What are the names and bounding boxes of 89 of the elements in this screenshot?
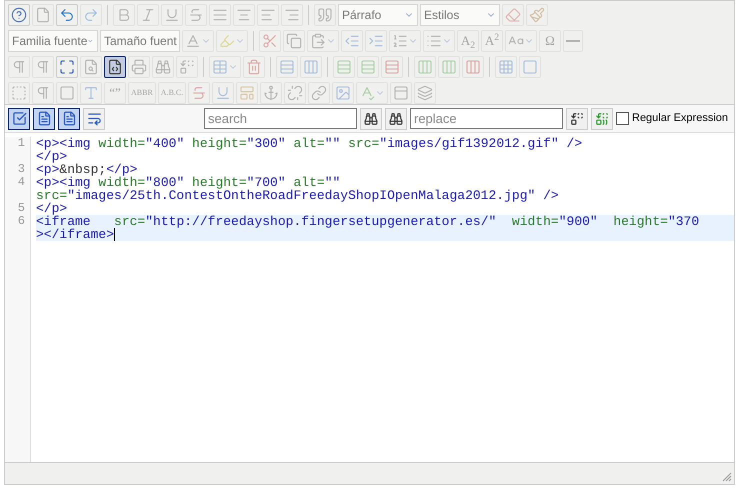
document-icon: [35, 7, 51, 23]
toolbar-button[interactable]: [104, 56, 126, 78]
anchor-icon: [263, 85, 280, 101]
code-line: </p>: [36, 150, 68, 163]
code-line: src="images/25th.ContestOntheRoadFreedayShopIOpenMalaga2012.jpg" />: [36, 189, 559, 202]
underline-icon: [215, 85, 232, 101]
columns-icon: [417, 59, 433, 75]
line-number: 1: [18, 137, 25, 150]
code-line: <p><img width="400" height="300" alt="" src="images/gif1392012.gif" />: [36, 137, 582, 150]
highlighter-icon: [219, 33, 235, 49]
source-code-icon: [107, 59, 123, 75]
pilcrow-icon: [35, 59, 51, 75]
rows-icon: [279, 59, 295, 75]
copy-icon: [286, 33, 302, 49]
binoculars-icon: [155, 59, 171, 75]
line-number: 6: [18, 215, 25, 230]
strikethrough-icon: [188, 7, 204, 23]
check-icon: [12, 111, 26, 126]
replace-icon: [179, 59, 195, 75]
pilcrow-icon: [11, 59, 27, 75]
template-icon: [239, 85, 256, 101]
dashed-square-icon: [11, 85, 27, 101]
strikethrough-icon: [191, 85, 208, 101]
layer-icon: [393, 85, 410, 101]
replace-icon: [570, 112, 584, 126]
italic-icon: [140, 7, 156, 23]
replace-button[interactable]: [566, 108, 588, 130]
square-icon: [522, 59, 538, 75]
code-line: <p>&nbsp;</p>: [36, 163, 138, 176]
eraser-icon: [505, 7, 521, 23]
undo-icon: [59, 7, 75, 23]
preview-icon: [83, 59, 99, 75]
view-toggle[interactable]: [33, 108, 55, 130]
view-toggle[interactable]: [8, 108, 30, 130]
code-line: <iframe src="http://freedayshop.fingersetupgenerator.es/" width="900" height="370: [36, 215, 700, 228]
line-number: 5: [18, 202, 25, 215]
scissors-icon: [262, 33, 278, 49]
align-justify-icon: [212, 7, 228, 23]
resize-grip-icon: [722, 472, 732, 482]
text-color-icon: [185, 33, 201, 49]
printer-icon: [131, 59, 147, 75]
help-icon: [11, 7, 27, 23]
columns-icon: [441, 59, 457, 75]
view-toggle[interactable]: [58, 108, 80, 130]
fullscreen-icon: [59, 59, 75, 75]
document-icon: [62, 111, 76, 126]
image-icon: [335, 85, 352, 101]
columns-icon: [303, 59, 319, 75]
code-line: </p>: [36, 202, 68, 215]
rows-icon: [384, 59, 400, 75]
rows-icon: [360, 59, 376, 75]
layers-icon: [417, 85, 434, 101]
align-left-icon: [260, 7, 276, 23]
quote-icon: [317, 7, 333, 23]
unlink-icon: [287, 85, 304, 101]
code-line: <p><img width="800" height="700" alt="": [36, 176, 340, 189]
line-number: 3: [18, 163, 25, 176]
replace-field[interactable]: replace: [410, 108, 563, 129]
find-button[interactable]: [385, 108, 407, 130]
pilcrow-icon: [35, 85, 51, 101]
columns-icon: [465, 59, 481, 75]
link-icon: [311, 85, 328, 101]
indent-icon: [368, 33, 384, 49]
replace-all-icon: [595, 112, 609, 126]
regex-label: Regular Expression: [632, 111, 728, 126]
binoculars-icon: [364, 112, 378, 126]
paste-icon: [310, 33, 326, 49]
grid-icon: [498, 59, 514, 75]
find-button[interactable]: [360, 108, 382, 130]
regex-checkbox[interactable]: [616, 112, 629, 125]
code-line: ></iframe>: [36, 228, 114, 241]
underline-icon: [164, 7, 180, 23]
line-number: 4: [18, 176, 25, 191]
rows-icon: [336, 59, 352, 75]
binoculars-icon: [389, 112, 403, 126]
search-field[interactable]: search: [204, 108, 357, 129]
styles-icon: [83, 85, 99, 101]
delete-table-icon: [246, 59, 262, 75]
align-right-icon: [284, 7, 300, 23]
wrap-text-icon: [86, 111, 102, 126]
align-center-icon: [236, 7, 252, 23]
document-icon: [36, 111, 52, 126]
horizontal-rule-icon: [566, 40, 580, 42]
redo-icon: [83, 7, 99, 23]
table-icon: [212, 59, 228, 75]
numbered-list-icon: [392, 33, 408, 49]
brush-icon: [529, 7, 545, 23]
text-cursor: [114, 228, 116, 241]
outdent-icon: [344, 33, 360, 49]
